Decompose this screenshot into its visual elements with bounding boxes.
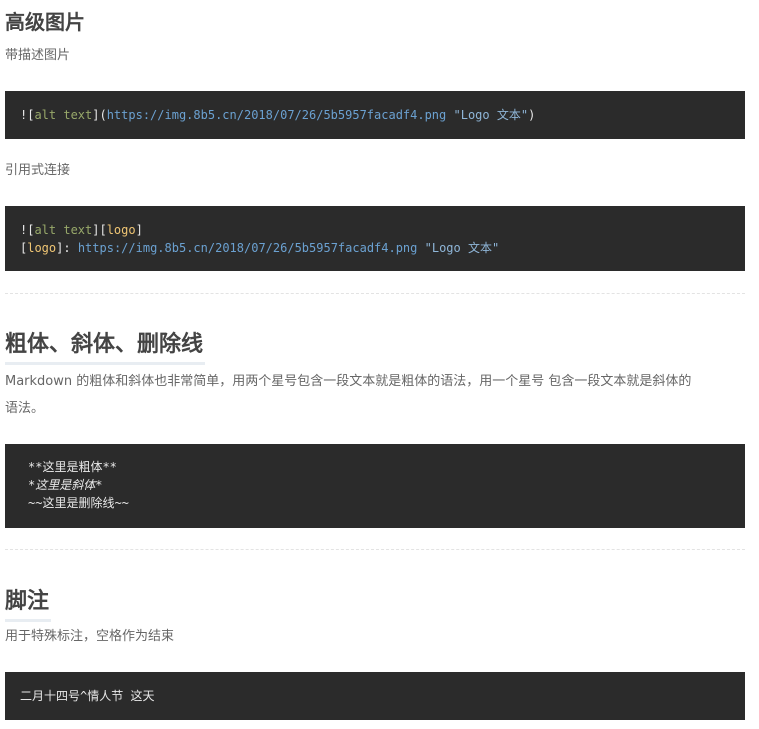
heading-advanced-image: 高级图片	[5, 10, 85, 34]
divider	[5, 293, 745, 294]
paragraph-image-desc: 带描述图片	[5, 48, 71, 63]
code-line-italic: *这里是斜体*	[28, 478, 103, 492]
code-block-ref-image: ![alt text][logo] [logo]: https://img.8b…	[5, 206, 745, 271]
markdown-doc: 高级图片 带描述图片 ![alt text](https://img.8b5.c…	[0, 0, 759, 729]
paragraph-emphasis-desc: Markdown 的粗体和斜体也非常简单，用两个星号包含一段文本就是粗体的语法，…	[5, 374, 692, 416]
code-block-footnote: 二月十四号^情人节 这天	[5, 672, 745, 720]
paragraph-ref-link: 引用式连接	[5, 163, 71, 178]
paragraph-footnote-desc: 用于特殊标注，空格作为结束	[5, 629, 175, 644]
code-line-strike: ~~这里是删除线~~	[28, 496, 129, 510]
divider	[5, 549, 745, 550]
code-block-emphasis: **这里是粗体** *这里是斜体* ~~这里是删除线~~	[5, 444, 745, 528]
code-line: 二月十四号^情人节 这天	[20, 689, 155, 703]
heading-emphasis: 粗体、斜体、删除线	[5, 326, 206, 365]
code-line: ![alt text][logo]	[20, 223, 143, 237]
code-line: [logo]: https://img.8b5.cn/2018/07/26/5b…	[20, 241, 500, 255]
heading-footnote: 脚注	[5, 583, 52, 622]
code-block-image: ![alt text](https://img.8b5.cn/2018/07/2…	[5, 91, 745, 139]
code-line-bold: **这里是粗体**	[28, 460, 117, 474]
code-line: ![alt text](https://img.8b5.cn/2018/07/2…	[20, 108, 536, 122]
